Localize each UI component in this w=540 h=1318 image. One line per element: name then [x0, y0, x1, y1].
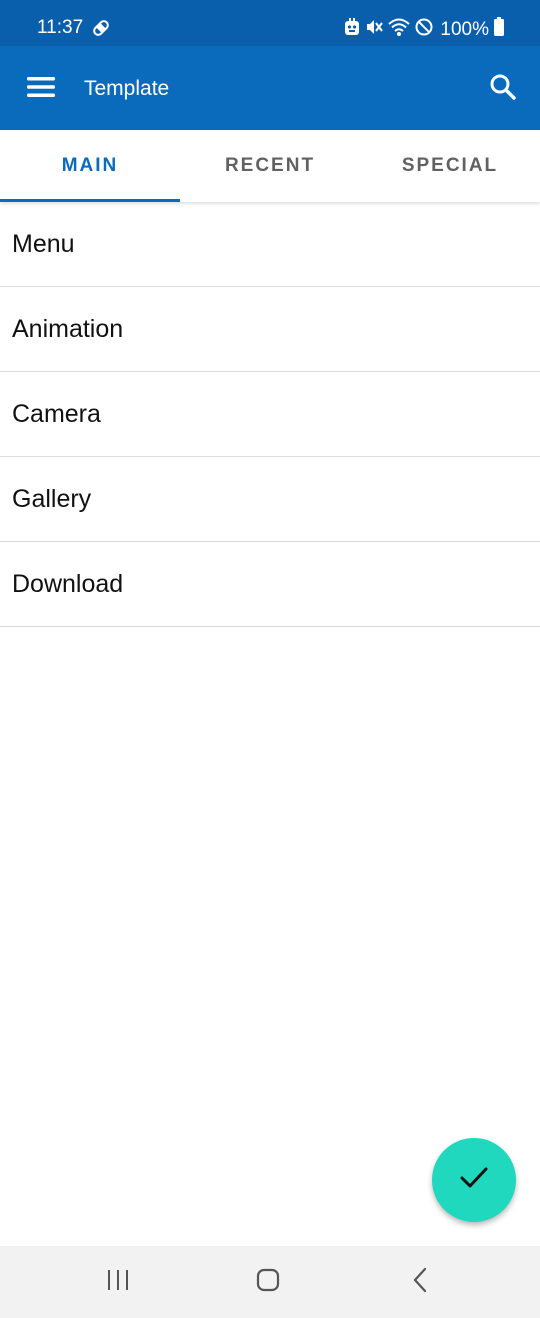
- tab-bar: MAIN RECENT SPECIAL: [0, 130, 540, 202]
- back-icon: [410, 1266, 430, 1299]
- tab-label: RECENT: [224, 155, 316, 176]
- home-icon: [255, 1267, 281, 1298]
- app-bar: Template: [0, 46, 540, 130]
- home-button[interactable]: [248, 1266, 288, 1298]
- list-item-label: Gallery: [12, 484, 92, 513]
- tab-recent[interactable]: RECENT: [180, 130, 360, 202]
- list-item-animation[interactable]: Animation: [0, 287, 540, 372]
- list-item-label: Animation: [12, 314, 124, 343]
- list-item-download[interactable]: Download: [0, 542, 540, 627]
- active-tab-indicator: [0, 199, 180, 202]
- app-notification-icon: [344, 18, 360, 41]
- battery-icon: [493, 17, 505, 42]
- tab-special[interactable]: SPECIAL: [360, 130, 540, 202]
- recent-apps-icon: [105, 1268, 131, 1297]
- list-item-camera[interactable]: Camera: [0, 372, 540, 457]
- search-icon: [489, 73, 517, 106]
- search-button[interactable]: [480, 66, 526, 112]
- mute-vibrate-icon: [364, 17, 384, 42]
- list-item-label: Menu: [12, 229, 75, 258]
- tab-main[interactable]: MAIN: [0, 130, 180, 202]
- tab-label: SPECIAL: [401, 155, 499, 176]
- main-list: Menu Animation Camera Gallery Download: [0, 202, 540, 627]
- wifi-icon: [388, 17, 411, 42]
- list-item-menu[interactable]: Menu: [0, 202, 540, 287]
- list-item-gallery[interactable]: Gallery: [0, 457, 540, 542]
- system-nav-bar: [0, 1246, 540, 1318]
- menu-button[interactable]: [18, 66, 64, 112]
- do-not-disturb-icon: [414, 17, 434, 42]
- check-icon: [459, 1166, 489, 1195]
- tab-label: MAIN: [61, 155, 119, 176]
- hamburger-menu-icon: [27, 76, 55, 103]
- list-item-label: Camera: [12, 399, 101, 428]
- status-bar: 11:37 100%: [0, 0, 540, 46]
- confirm-fab[interactable]: [432, 1138, 516, 1222]
- recent-apps-button[interactable]: [98, 1266, 138, 1298]
- list-item-label: Download: [12, 569, 124, 598]
- status-time: 11:37: [37, 17, 84, 38]
- bandage-icon: [91, 18, 111, 43]
- status-icons: 100%: [344, 17, 505, 42]
- back-button[interactable]: [400, 1266, 440, 1298]
- battery-percentage: 100%: [440, 18, 489, 40]
- app-title: Template: [84, 77, 170, 100]
